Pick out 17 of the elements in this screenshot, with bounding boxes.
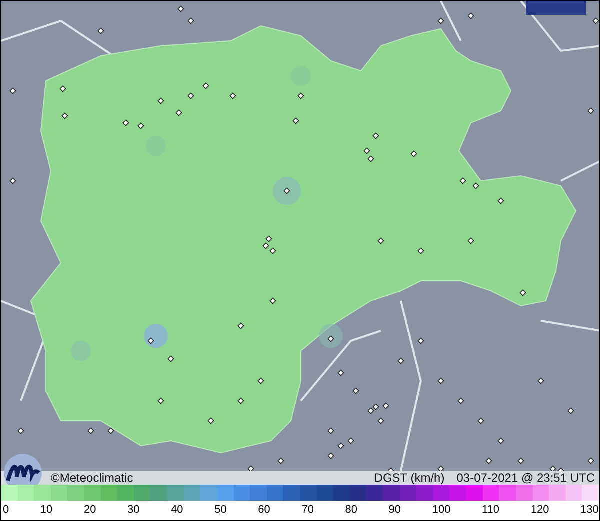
scale-tick-label: 110 [482, 504, 500, 516]
scale-tick-label: 90 [388, 504, 402, 516]
variable-label: DGST (km/h) [374, 471, 445, 485]
timestamp-text: 03-07-2021 @ 23:51 UTC [456, 471, 595, 485]
scale-tick-label: 70 [302, 504, 314, 516]
scale-tick-label: 30 [128, 504, 140, 516]
scale-tick-label: 10 [40, 504, 53, 516]
scale-tick-label: 0 [3, 504, 10, 516]
scale-tick-label: 80 [345, 504, 358, 516]
scale-tick-label: 40 [171, 504, 184, 516]
scale-tick-label: 130 [580, 504, 599, 516]
scale-tick-label: 100 [432, 504, 451, 516]
scale-tick-label: 60 [258, 504, 270, 516]
scale-tick-label: 50 [214, 504, 227, 516]
scale-tick-label: 120 [530, 504, 550, 516]
credit-text: ©Meteoclimatic [51, 471, 134, 485]
scale-tick-label: 20 [84, 504, 96, 516]
